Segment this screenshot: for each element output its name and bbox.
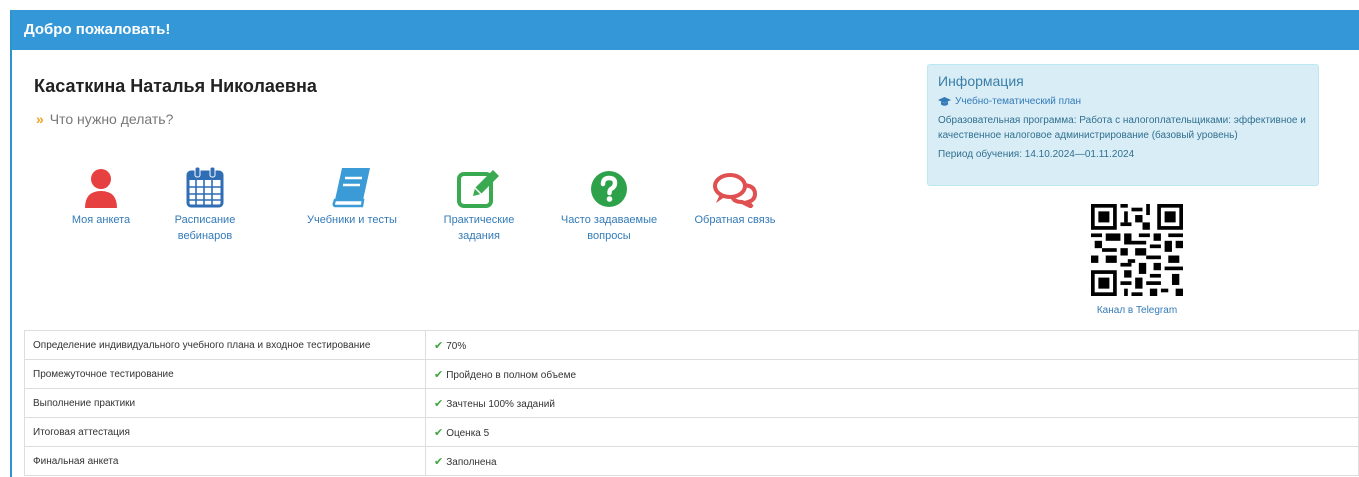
status-text: Заполнена xyxy=(446,456,497,468)
panel-header: Добро пожаловать! xyxy=(12,10,1359,50)
menu-label: Обратная связь xyxy=(694,214,776,226)
todo-heading: » Что нужно делать? xyxy=(36,111,173,127)
menu-my-profile[interactable]: Моя анкета xyxy=(51,162,151,228)
edit-icon xyxy=(457,170,499,208)
question-icon xyxy=(591,171,627,207)
period-text: Период обучения: 14.10.2024—01.11.2024 xyxy=(938,149,1135,160)
status-text: Оценка 5 xyxy=(446,427,490,439)
telegram-channel-link[interactable]: Канал в Telegram xyxy=(1080,305,1194,316)
table-row: Итоговая аттестация ✔ Оценка 5 xyxy=(24,417,1359,447)
status-cell: ✔ Оценка 5 xyxy=(425,417,1359,447)
user-name: Касаткина Наталья Николаевна xyxy=(34,76,317,96)
status-cell: ✔ Пройдено в полном объеме xyxy=(425,359,1359,389)
table-row: Определение индивидуального учебного пла… xyxy=(24,330,1359,360)
stage-cell: Выполнение практики xyxy=(24,388,426,418)
status-text: 70% xyxy=(446,340,467,352)
menu-label: Расписание вебинаров xyxy=(174,214,236,242)
menu-feedback[interactable]: Обратная связь xyxy=(685,162,785,228)
chat-icon xyxy=(713,173,758,208)
menu-webinar-schedule[interactable]: Расписание вебинаров xyxy=(155,162,255,244)
info-box: Информация Учебно-тематический план Обра… xyxy=(927,64,1319,186)
todo-label: Что нужно делать? xyxy=(49,111,174,127)
status-cell: ✔ Зачтены 100% заданий xyxy=(425,388,1359,418)
info-title: Информация xyxy=(938,73,1024,89)
book-icon xyxy=(332,168,370,208)
study-plan-link[interactable]: Учебно-тематический план xyxy=(938,96,1308,107)
menu-faq[interactable]: Часто задаваемые вопросы xyxy=(559,162,659,244)
progress-table: Определение индивидуального учебного пла… xyxy=(24,330,1359,476)
check-icon: ✔ xyxy=(434,426,444,439)
menu-label: Практические задания xyxy=(443,214,515,242)
table-row: Промежуточное тестирование ✔ Пройдено в п… xyxy=(24,359,1359,389)
check-icon: ✔ xyxy=(434,397,444,410)
check-icon: ✔ xyxy=(434,368,444,381)
menu-practical-tasks[interactable]: Практические задания xyxy=(429,162,529,244)
calendar-icon xyxy=(186,166,224,208)
graduation-cap-icon xyxy=(938,96,951,106)
stage-cell: Финальная анкета xyxy=(24,446,426,476)
study-plan-label: Учебно-тематический план xyxy=(955,96,1081,107)
program-text: Образовательная программа: Работа с нало… xyxy=(938,115,1306,141)
menu-label: Моя анкета xyxy=(71,214,131,226)
welcome-panel: Добро пожаловать! Касаткина Наталья Нико… xyxy=(10,10,1359,477)
stage-cell: Промежуточное тестирование xyxy=(24,359,426,389)
status-text: Зачтены 100% заданий xyxy=(446,398,555,410)
table-row: Выполнение практики ✔ Зачтены 100% задани… xyxy=(24,388,1359,418)
stage-cell: Итоговая аттестация xyxy=(24,417,426,447)
status-cell: ✔ Заполнена xyxy=(425,446,1359,476)
check-icon: ✔ xyxy=(434,339,444,352)
double-chevron-icon: » xyxy=(36,111,44,127)
menu-label: Учебники и тесты xyxy=(307,214,397,226)
check-icon: ✔ xyxy=(434,455,444,468)
stage-cell: Определение индивидуального учебного пла… xyxy=(24,330,426,360)
telegram-qr-code[interactable] xyxy=(1091,204,1183,296)
table-row: Финальная анкета ✔ Заполнена xyxy=(24,446,1359,476)
menu-label: Часто задаваемые вопросы xyxy=(560,214,658,242)
status-text: Пройдено в полном объеме xyxy=(446,369,576,381)
menu-textbooks-tests[interactable]: Учебники и тесты xyxy=(302,162,402,228)
status-cell: ✔ 70% xyxy=(425,330,1359,360)
user-icon xyxy=(85,169,117,208)
